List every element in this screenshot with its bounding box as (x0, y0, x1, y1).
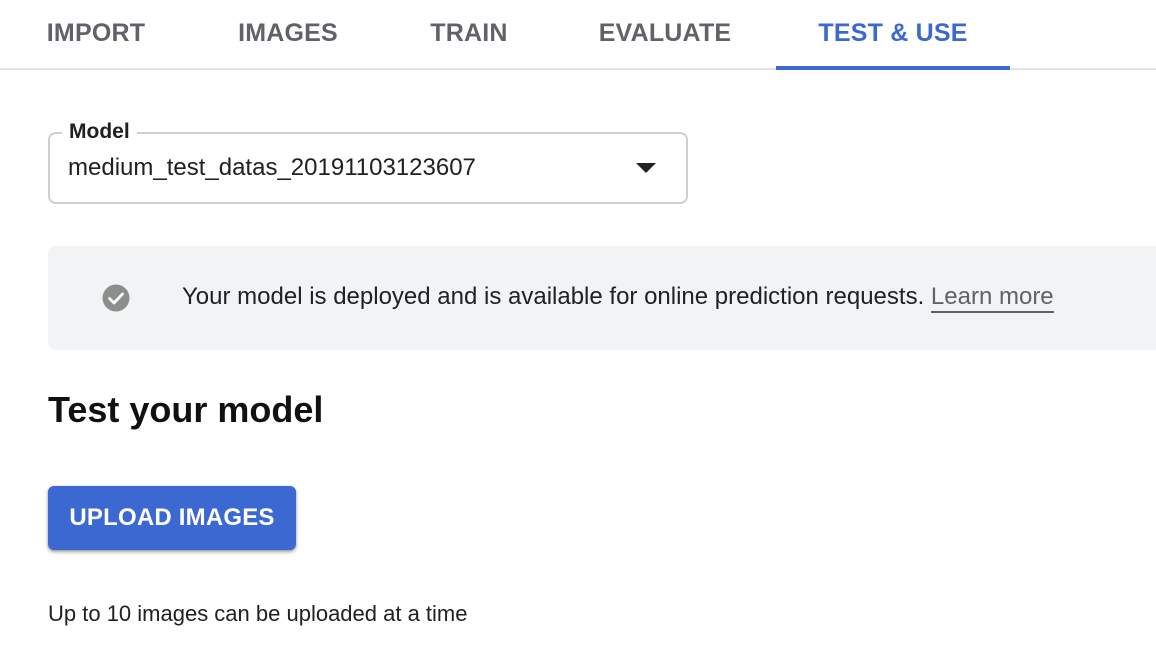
tab-train[interactable]: TRAIN (384, 0, 554, 70)
banner-text: Your model is deployed and is available … (182, 280, 1054, 314)
tab-evaluate-label: EVALUATE (598, 18, 732, 47)
tab-import-label: IMPORT (46, 18, 146, 47)
tab-images-label: IMAGES (238, 18, 338, 47)
check-circle-icon (102, 284, 130, 312)
tab-images[interactable]: IMAGES (192, 0, 384, 70)
tab-bar: IMPORT IMAGES TRAIN EVALUATE TEST & USE (0, 0, 1156, 70)
tab-test-and-use[interactable]: TEST & USE (776, 0, 1010, 70)
model-select-value: medium_test_datas_20191103123607 (68, 154, 476, 181)
tab-train-label: TRAIN (430, 18, 508, 47)
tab-import[interactable]: IMPORT (0, 0, 192, 70)
model-select[interactable]: Model medium_test_datas_20191103123607 (48, 117, 688, 204)
page: IMPORT IMAGES TRAIN EVALUATE TEST & USE … (0, 0, 1156, 650)
model-select-label: Model (62, 117, 137, 147)
upload-images-button[interactable]: UPLOAD IMAGES (48, 486, 296, 550)
deployment-status-banner: Your model is deployed and is available … (48, 246, 1156, 350)
tab-evaluate[interactable]: EVALUATE (554, 0, 776, 70)
upload-limit-hint: Up to 10 images can be uploaded at a tim… (48, 601, 468, 626)
learn-more-link[interactable]: Learn more (930, 283, 1054, 313)
banner-message: Your model is deployed and is available … (182, 283, 931, 310)
tab-test-and-use-label: TEST & USE (818, 18, 968, 47)
test-model-heading: Test your model (48, 389, 324, 430)
chevron-down-icon[interactable] (636, 163, 656, 173)
